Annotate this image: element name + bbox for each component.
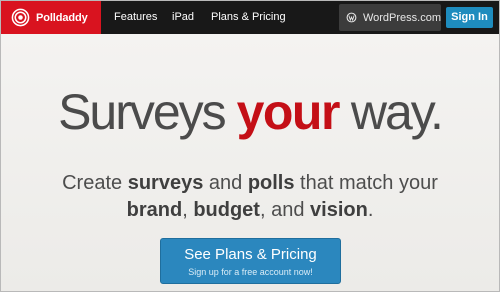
headline-part1: Surveys — [58, 84, 237, 140]
polldaddy-logo-icon — [11, 8, 30, 27]
hero-subline-1: Create surveys and polls that match your — [1, 170, 499, 196]
sub1-and: and — [203, 172, 248, 194]
wordpress-icon — [346, 12, 357, 23]
wordpress-link[interactable]: WordPress.com — [339, 4, 441, 31]
sub2-and: , and — [259, 199, 311, 221]
cta-sublabel: Sign up for a free account now! — [188, 267, 313, 277]
sign-in-button[interactable]: Sign In — [446, 7, 493, 28]
sub2-budget: budget — [193, 199, 260, 221]
cta-label: See Plans & Pricing — [184, 246, 317, 263]
headline-part2: way. — [338, 84, 444, 140]
sub1-tail: that match your — [294, 172, 438, 194]
hero-subline-2: brand, budget, and vision. — [1, 197, 499, 223]
nav-ipad[interactable]: iPad — [172, 1, 194, 34]
wordpress-label: WordPress.com — [362, 11, 441, 24]
sub2-period: . — [367, 199, 374, 221]
sub2-vision: vision — [310, 199, 368, 221]
sub1-polls: polls — [247, 172, 295, 194]
nav-plans-pricing[interactable]: Plans & Pricing — [211, 1, 286, 34]
page: Polldaddy Features iPad Plans & Pricing … — [0, 0, 500, 292]
brand-home-link[interactable]: Polldaddy — [1, 1, 101, 34]
sub1-text: Create — [62, 172, 128, 194]
see-plans-pricing-button[interactable]: See Plans & Pricing Sign up for a free a… — [160, 238, 341, 284]
brand-name: Polldaddy — [36, 11, 88, 24]
sub1-surveys: surveys — [127, 172, 204, 194]
top-nav: Polldaddy Features iPad Plans & Pricing … — [1, 1, 499, 34]
headline-accent: your — [236, 84, 341, 140]
hero-headline: Surveys your way. — [1, 81, 499, 143]
sub2-brand: brand — [126, 199, 183, 221]
sub2-comma1: , — [182, 199, 194, 221]
nav-features[interactable]: Features — [114, 1, 157, 34]
